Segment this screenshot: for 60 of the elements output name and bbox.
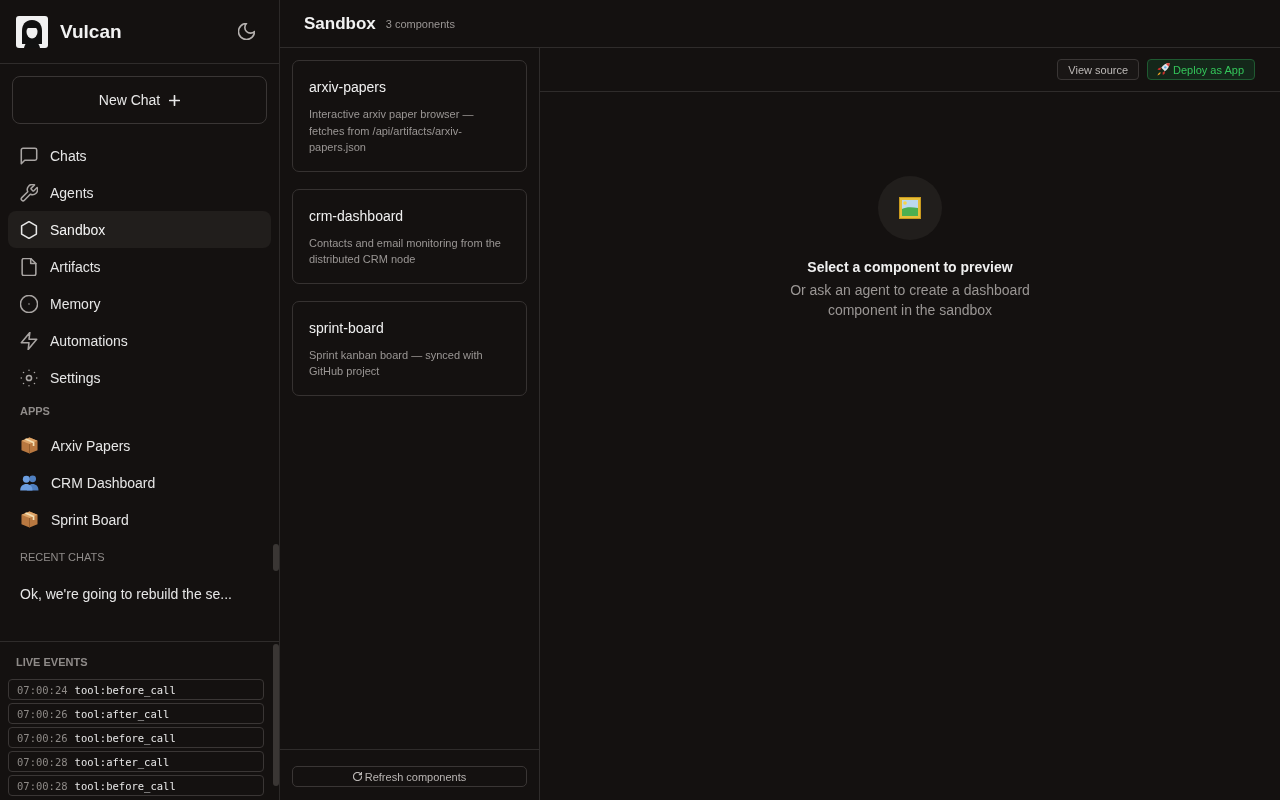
- moon-icon[interactable]: [238, 23, 255, 40]
- brand-name: Vulcan: [60, 20, 123, 43]
- hexagon-icon: [20, 220, 38, 239]
- wrench-icon: [20, 183, 38, 202]
- nav-item[interactable]: Sandbox: [8, 211, 271, 248]
- settings-icon: [20, 368, 38, 387]
- scrollbar-thumb[interactable]: [273, 544, 279, 571]
- package-icon: [20, 437, 39, 454]
- event-time: 07:00:26: [17, 707, 68, 720]
- lightning-icon: [20, 331, 38, 350]
- scrollbar-thumb[interactable]: [273, 644, 279, 786]
- nav-item[interactable]: Agents: [8, 174, 271, 211]
- rocket-icon: [1157, 63, 1171, 76]
- component-card[interactable]: arxiv-papers Interactive arxiv paper browser — fetches from /api/artifacts/arxiv-papers.json: [292, 60, 527, 172]
- section-heading: RECENT CHATS: [20, 550, 105, 564]
- section-heading: LIVE EVENTS: [16, 656, 88, 669]
- app-item[interactable]: Sprint Board: [8, 501, 129, 538]
- chat-bubble-icon: [20, 146, 38, 165]
- event-name: tool:before_call: [74, 731, 176, 744]
- component-description: Contacts and email monitoring from the distributed CRM node: [309, 235, 502, 267]
- file-icon: [20, 257, 38, 276]
- nav-item[interactable]: Automations: [8, 322, 271, 359]
- component-count: 3 components: [385, 17, 455, 30]
- deploy-button[interactable]: Deploy as App: [1147, 59, 1255, 80]
- event-time: 07:00:26: [17, 731, 68, 744]
- empty-state-hint: Or ask an agent to create a dashboard component in the sandbox: [789, 281, 1031, 320]
- component-card[interactable]: crm-dashboard Contacts and email monitoring from the distributed CRM node: [292, 188, 527, 284]
- view-source-button[interactable]: View source: [1057, 59, 1140, 80]
- page-title: Sandbox: [304, 13, 376, 34]
- nav-item[interactable]: Artifacts: [8, 248, 271, 285]
- event-time: 07:00:28: [17, 779, 68, 792]
- circle-dot-icon: [20, 294, 38, 313]
- empty-state-title: Select a component to preview: [807, 258, 1013, 277]
- event-time: 07:00:28: [17, 755, 68, 768]
- event-time: 07:00:24: [17, 683, 68, 696]
- event-name: tool:before_call: [74, 779, 176, 792]
- refresh-icon: [352, 772, 362, 781]
- nav-item[interactable]: Settings: [8, 359, 271, 396]
- component-name: sprint-board: [309, 318, 385, 337]
- section-heading: APPS: [20, 404, 50, 418]
- component-name: arxiv-papers: [309, 78, 388, 96]
- component-description: Sprint kanban board — synced with GitHub project: [309, 347, 484, 379]
- app-item[interactable]: Arxiv Papers: [8, 427, 131, 464]
- nav-item[interactable]: Memory: [8, 285, 271, 322]
- people-icon: [20, 474, 39, 491]
- component-description: Interactive arxiv paper browser — fetches from /api/artifacts/arxiv-papers.json: [309, 107, 475, 155]
- nav-item[interactable]: Chats: [8, 137, 271, 174]
- framed-picture-icon: [878, 176, 942, 240]
- component-name: crm-dashboard: [309, 206, 405, 225]
- event-name: tool:before_call: [74, 683, 176, 696]
- logo-icon: [16, 15, 48, 48]
- package-icon: [20, 511, 39, 528]
- new-chat-button[interactable]: New Chat: [12, 76, 267, 124]
- plus-icon: [169, 94, 181, 106]
- app-item[interactable]: CRM Dashboard: [8, 464, 156, 501]
- refresh-button[interactable]: Refresh components: [292, 766, 527, 787]
- event-name: tool:after_call: [74, 755, 170, 768]
- recent-chat-item[interactable]: Ok, we're going to rebuild the se...: [8, 576, 232, 612]
- component-card[interactable]: sprint-board Sprint kanban board — synced with GitHub project: [292, 300, 527, 396]
- event-name: tool:after_call: [74, 707, 170, 720]
